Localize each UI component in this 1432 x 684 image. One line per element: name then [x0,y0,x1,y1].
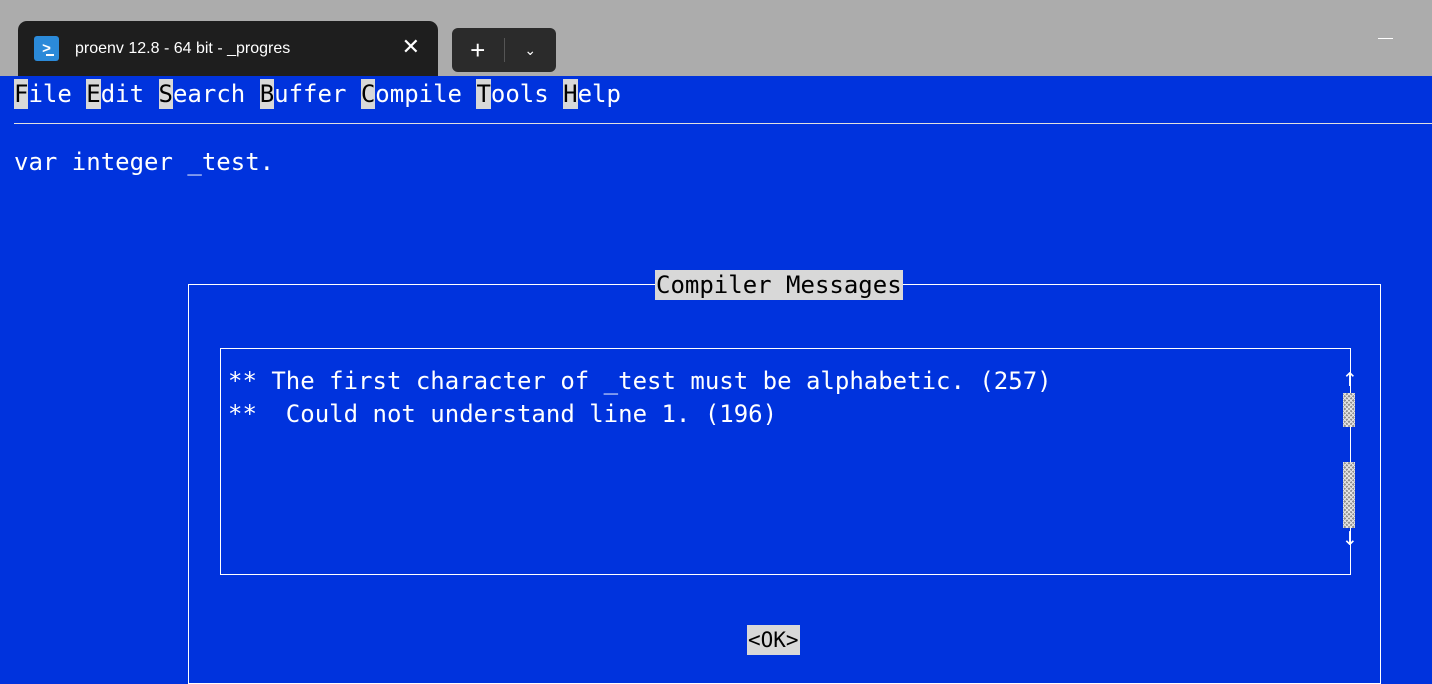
menu-hotkey: E [86,79,101,109]
menu-hotkey: C [360,79,376,109]
menu-help[interactable]: Help [563,79,621,109]
menu-label: elp [577,80,621,108]
menu-compile[interactable]: Compile [360,79,462,109]
menu-label: dit [100,80,145,108]
ok-button[interactable]: <OK> [747,625,800,655]
menu-hotkey: F [14,79,29,109]
menu-hotkey: H [563,79,578,109]
menu-tools[interactable]: Tools [476,79,549,109]
menu-label: uffer [274,80,347,108]
minimize-icon[interactable] [1378,38,1393,39]
menu-label: earch [172,80,246,108]
dialog-title: Compiler Messages [655,270,903,300]
menu-separator [14,123,1432,124]
menu-bar: File Edit Search Buffer Compile Tools He… [14,79,621,109]
scroll-down-arrow-icon[interactable]: ↓ [1342,527,1358,551]
tab-title: proenv 12.8 - 64 bit - _progres [75,39,291,57]
scrollbar-thumb[interactable] [1343,393,1355,427]
message-line[interactable]: ** Could not understand line 1. (196) [228,399,777,429]
message-line[interactable]: ** The first character of _test must be … [228,366,1052,396]
menu-hotkey: T [476,79,491,109]
tab-dropdown-icon[interactable]: ⌄ [505,28,557,72]
scroll-up-arrow-icon[interactable]: ↑ [1342,368,1358,392]
menu-file[interactable]: File [14,79,72,109]
powershell-icon: > [34,36,59,61]
new-tab-group: + ⌄ [452,28,556,72]
editor-line-1[interactable]: var integer _test. [14,147,274,177]
menu-label: ile [28,80,72,108]
menu-label: ompile [375,80,462,108]
menu-hotkey: S [158,79,173,109]
close-tab-icon[interactable]: ✕ [402,35,420,59]
window-titlebar: > proenv 12.8 - 64 bit - _progres ✕ + ⌄ [0,0,1432,76]
menu-search[interactable]: Search [158,79,246,109]
menu-buffer[interactable]: Buffer [259,79,347,109]
menu-label: ools [490,80,549,108]
scrollbar-track[interactable] [1343,462,1355,528]
menu-hotkey: B [259,79,275,109]
menu-edit[interactable]: Edit [86,79,144,109]
terminal-tab[interactable]: > proenv 12.8 - 64 bit - _progres ✕ [18,21,438,76]
new-tab-button[interactable]: + [452,28,504,72]
